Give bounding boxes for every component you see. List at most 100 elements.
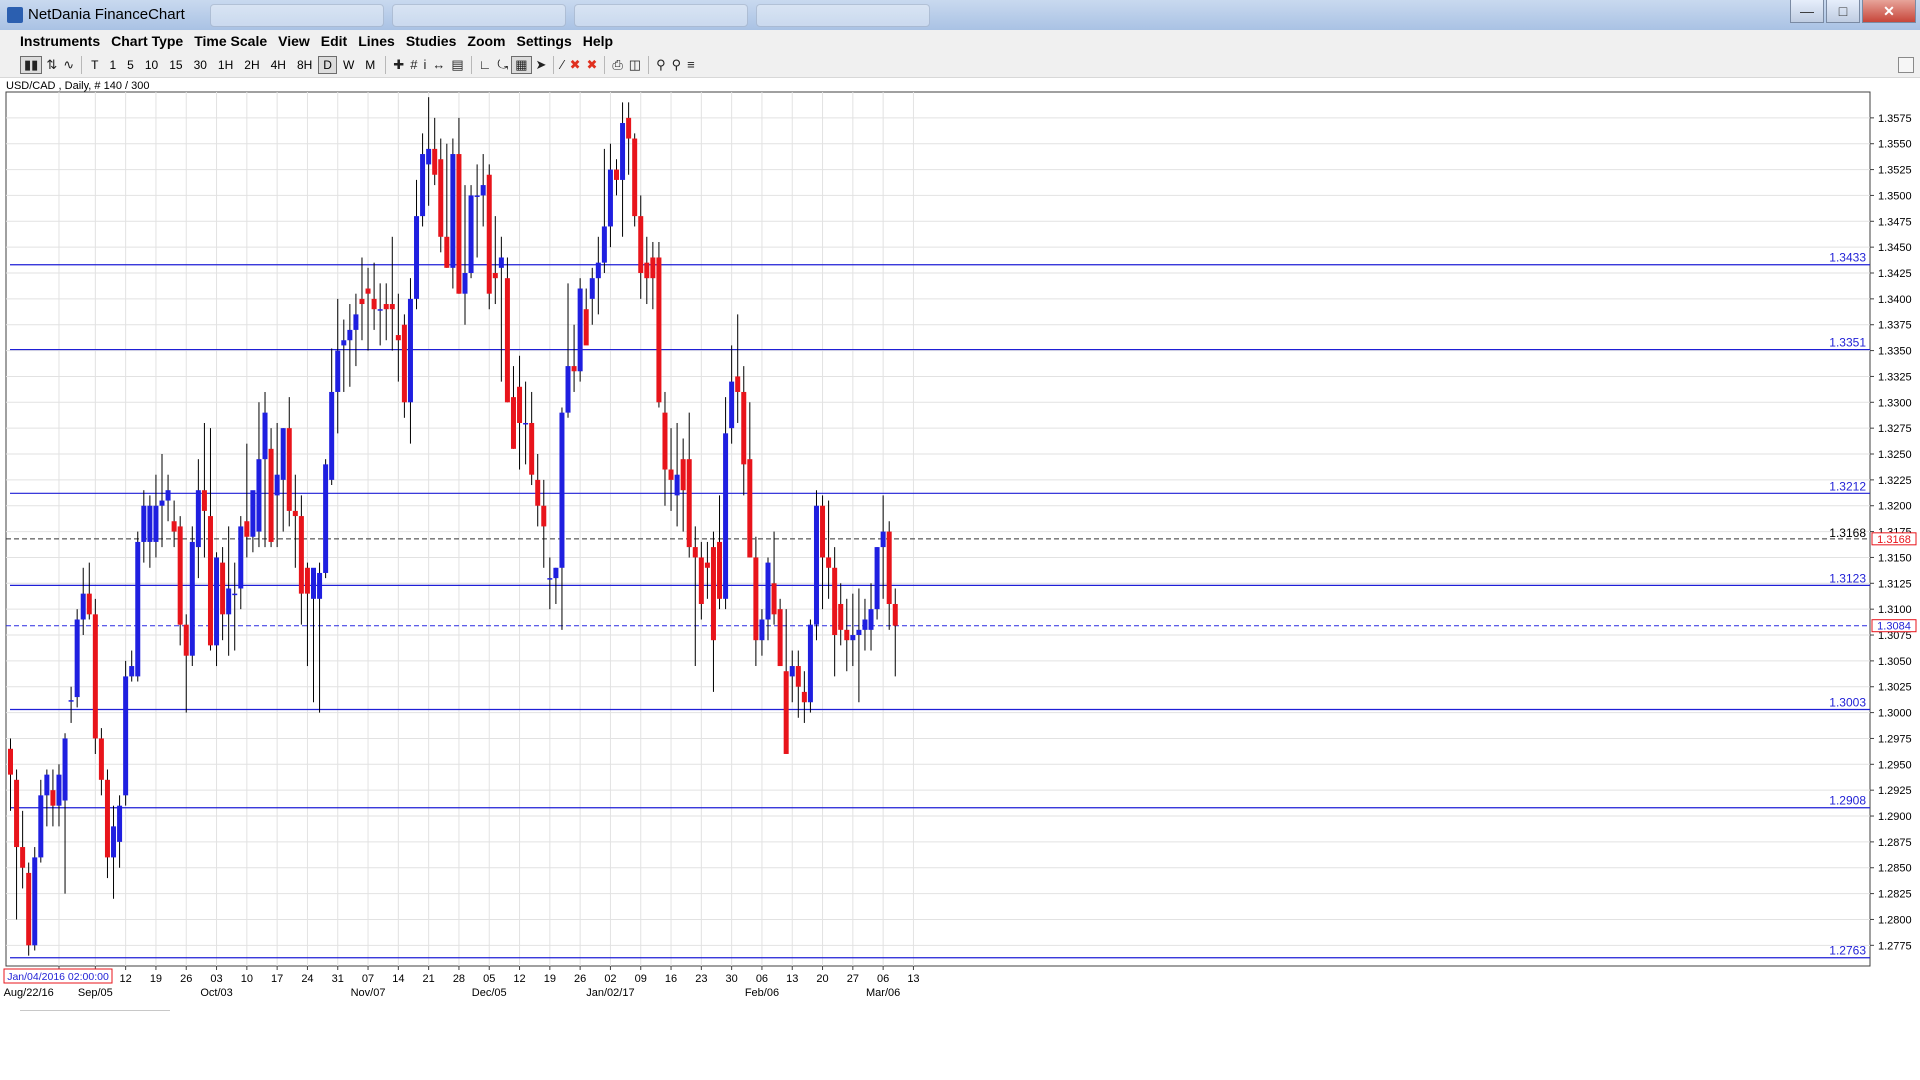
- y-tick-label: 1.3275: [1878, 423, 1912, 435]
- candle-body: [141, 505, 147, 542]
- candle-body: [347, 329, 353, 341]
- candle-body: [723, 433, 729, 599]
- y-tick-label: 1.3300: [1878, 397, 1912, 409]
- x-tick-label: 06: [877, 973, 889, 985]
- candle-body: [426, 148, 432, 165]
- y-tick-label: 1.3575: [1878, 113, 1912, 125]
- candle-body: [371, 298, 377, 310]
- x-tick-label: 16: [665, 973, 677, 985]
- candle-body: [401, 324, 407, 403]
- x-tick-label: 23: [695, 973, 707, 985]
- candle-body: [698, 557, 704, 604]
- x-tick-label: 24: [301, 973, 313, 985]
- candle-body: [450, 154, 456, 268]
- candle-body: [317, 572, 323, 599]
- candle-body: [238, 526, 244, 589]
- x-tick-label: 07: [362, 973, 374, 985]
- candle-body: [44, 774, 50, 796]
- candle-body: [159, 500, 165, 506]
- candle-body: [577, 288, 583, 372]
- x-month-label: Aug/22/16: [4, 987, 54, 999]
- x-tick-label: 28: [453, 973, 465, 985]
- candle-body: [38, 795, 44, 858]
- candle-body: [86, 593, 92, 615]
- candle-body: [632, 138, 638, 217]
- candle-body: [747, 459, 753, 558]
- candle-body: [80, 593, 86, 620]
- x-tick-label: 10: [241, 973, 253, 985]
- candle-body: [377, 309, 383, 311]
- candle-body: [807, 624, 813, 703]
- x-tick-label: 12: [120, 973, 132, 985]
- candle-body: [62, 738, 68, 801]
- candle-body: [620, 123, 626, 180]
- candle-body: [832, 567, 838, 636]
- candle-body: [189, 541, 195, 656]
- candle-body: [523, 422, 529, 425]
- candle-body: [123, 676, 129, 796]
- candle-body: [541, 505, 547, 527]
- candle-body: [595, 262, 601, 279]
- candle-body: [783, 671, 789, 754]
- candle-body: [826, 557, 832, 568]
- candle-body: [383, 304, 389, 310]
- candle-body: [420, 154, 426, 217]
- y-tick-label: 1.3225: [1878, 475, 1912, 487]
- candle-body: [547, 578, 553, 580]
- x-tick-label: 12: [513, 973, 525, 985]
- candle-body: [250, 490, 256, 537]
- y-tick-label: 1.3425: [1878, 268, 1912, 280]
- x-month-label: Dec/05: [472, 987, 507, 999]
- candle-body: [432, 148, 438, 175]
- candle-body: [395, 335, 401, 341]
- y-tick-label: 1.3025: [1878, 682, 1912, 694]
- candle-body: [341, 340, 347, 346]
- candle-body: [704, 562, 710, 568]
- candle-body: [880, 531, 886, 548]
- candle-body: [886, 531, 892, 604]
- x-month-label: Mar/06: [866, 987, 900, 999]
- candle-body: [414, 216, 420, 299]
- candle-body: [365, 288, 371, 294]
- candle-body: [480, 185, 486, 196]
- candle-body: [165, 490, 171, 501]
- candle-body: [662, 412, 668, 470]
- x-tick-label: 13: [786, 973, 798, 985]
- candle-body: [438, 159, 444, 237]
- y-tick-label: 1.3100: [1878, 604, 1912, 616]
- y-tick-label: 1.3200: [1878, 501, 1912, 513]
- candle-body: [323, 464, 329, 573]
- candle-body: [32, 857, 38, 946]
- level-label: 1.3123: [1829, 571, 1866, 585]
- candle-body: [650, 257, 656, 279]
- candle-body: [474, 195, 480, 197]
- candle-body: [874, 547, 880, 610]
- candle-body: [292, 510, 298, 517]
- y-tick-label: 1.2825: [1878, 889, 1912, 901]
- y-tick-label: 1.3375: [1878, 320, 1912, 332]
- candle-body: [504, 278, 510, 403]
- candle-body: [201, 490, 207, 511]
- x-tick-label: 02: [604, 973, 616, 985]
- candle-body: [601, 226, 607, 263]
- x-tick-label: 03: [210, 973, 222, 985]
- candle-body: [117, 805, 123, 842]
- y-tick-label: 1.2875: [1878, 837, 1912, 849]
- candle-body: [329, 391, 335, 480]
- candle-body: [220, 562, 226, 615]
- candle-body: [129, 666, 135, 677]
- candle-body: [98, 738, 104, 780]
- candle-body: [686, 459, 692, 548]
- x-tick-label: 17: [271, 973, 283, 985]
- candle-body: [656, 257, 662, 403]
- candle-body: [777, 609, 783, 667]
- candle-body: [614, 169, 619, 180]
- x-tick-label: 30: [726, 973, 738, 985]
- price-chart[interactable]: 1.2775 1.2800 1.2825 1.2850 1.2875 1.2900 1.29…: [0, 0, 1920, 1010]
- candle-body: [311, 567, 316, 599]
- candle-body: [813, 505, 819, 625]
- candle-body: [717, 541, 723, 599]
- x-month-label: Oct/03: [200, 987, 232, 999]
- x-month-label: Feb/06: [745, 987, 779, 999]
- y-tick-label: 1.3250: [1878, 449, 1912, 461]
